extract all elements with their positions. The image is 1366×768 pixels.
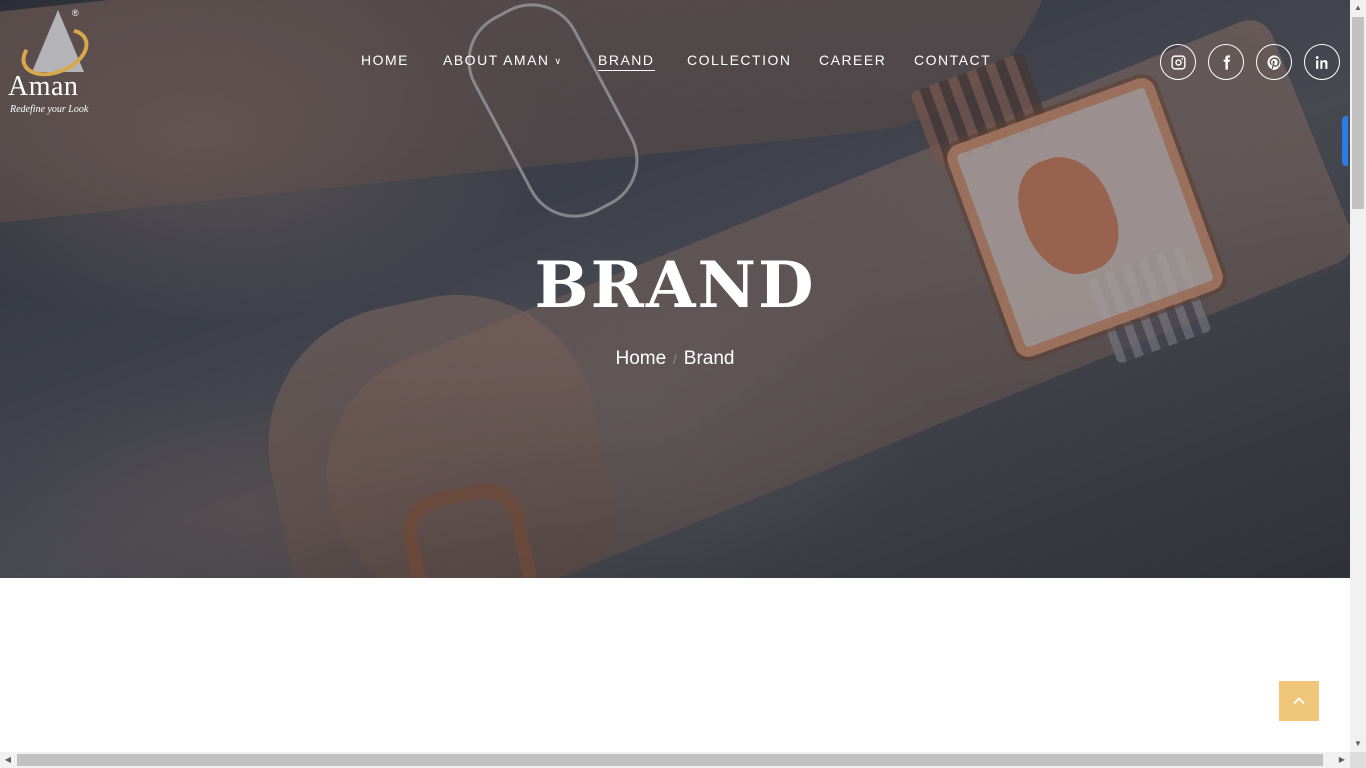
logo-name: Aman	[8, 71, 79, 102]
vertical-scroll-thumb[interactable]	[1352, 17, 1364, 209]
breadcrumb: Home / Brand	[0, 348, 1350, 370]
pinterest-button[interactable]	[1256, 44, 1292, 80]
nav-about-aman-label: ABOUT AMAN	[443, 52, 550, 68]
scrollbar-corner	[1350, 752, 1366, 768]
logo[interactable]: ® Aman Redefine your Look	[6, 8, 102, 120]
chevron-up-icon	[1293, 697, 1305, 705]
side-tab[interactable]	[1342, 116, 1348, 166]
scroll-up-arrow-icon[interactable]: ▲	[1350, 0, 1366, 16]
facebook-button[interactable]	[1208, 44, 1244, 80]
instagram-button[interactable]	[1160, 44, 1196, 80]
breadcrumb-home[interactable]: Home	[615, 348, 666, 369]
logo-registered-mark: ®	[72, 8, 79, 18]
breadcrumb-separator: /	[673, 352, 677, 367]
horizontal-scrollbar[interactable]: ◀ ▶	[0, 752, 1350, 768]
scroll-right-arrow-icon[interactable]: ▶	[1334, 752, 1350, 768]
nav-about-aman[interactable]: ABOUT AMAN ∨	[443, 52, 563, 68]
linkedin-button[interactable]	[1304, 44, 1340, 80]
back-to-top-button[interactable]	[1279, 681, 1319, 721]
scroll-down-arrow-icon[interactable]: ▼	[1350, 736, 1366, 752]
breadcrumb-current: Brand	[683, 348, 735, 369]
facebook-icon	[1223, 54, 1230, 70]
instagram-icon	[1170, 54, 1186, 70]
vertical-scrollbar[interactable]: ▲ ▼	[1350, 0, 1366, 752]
logo-tagline: Redefine your Look	[10, 104, 89, 115]
horizontal-scroll-thumb[interactable]	[17, 754, 1323, 766]
nav-home[interactable]: HOME	[361, 52, 409, 68]
nav-brand[interactable]: BRAND	[598, 52, 655, 71]
nav-collection[interactable]: COLLECTION	[687, 52, 791, 68]
scroll-left-arrow-icon[interactable]: ◀	[0, 752, 16, 768]
linkedin-icon	[1315, 55, 1327, 69]
nav-contact[interactable]: CONTACT	[914, 52, 991, 68]
pinterest-icon	[1266, 54, 1281, 70]
chevron-down-icon: ∨	[554, 55, 563, 66]
nav-career[interactable]: CAREER	[819, 52, 886, 68]
page-title: BRAND	[534, 248, 816, 323]
